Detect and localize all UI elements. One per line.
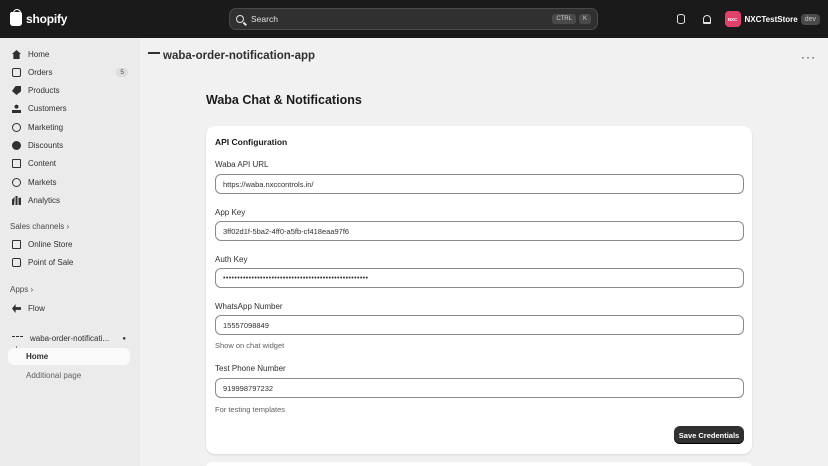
- apps-heading[interactable]: Apps ›: [10, 285, 33, 294]
- sidebar-item-analytics[interactable]: Analytics: [8, 192, 132, 209]
- app-key-input[interactable]: [215, 221, 744, 241]
- waba-api-url-input[interactable]: [215, 174, 744, 194]
- app-icon: [148, 52, 160, 60]
- env-badge: dev: [800, 13, 820, 25]
- app-title-bar: waba-order-notification-app: [148, 50, 315, 62]
- app-key-label: App Key: [215, 208, 246, 217]
- app-subitem-home[interactable]: Home: [8, 348, 130, 365]
- sidebar-item-discounts[interactable]: Discounts: [8, 137, 132, 154]
- tag-icon: [12, 86, 21, 95]
- flow-icon: [12, 304, 21, 313]
- whatsapp-number-help: Show on chat widget: [215, 341, 285, 350]
- auth-key-input[interactable]: [215, 268, 744, 288]
- sidebar-item-label: Content: [28, 159, 57, 168]
- chevron-right-icon: ›: [66, 222, 70, 231]
- chevron-right-icon: ›: [30, 285, 34, 294]
- app-subitem-label: Home: [26, 352, 49, 361]
- whatsapp-number-input[interactable]: [215, 315, 744, 335]
- card-title: API Configuration: [215, 137, 288, 147]
- top-right-controls: NXC NXCTestStore dev: [673, 0, 828, 38]
- search-placeholder: Search: [251, 14, 278, 24]
- sidebar-item-current-app[interactable]: waba-order-notificati... ●: [8, 330, 132, 347]
- globe-icon: [12, 178, 21, 187]
- waba-api-url-label: Waba API URL: [215, 160, 269, 169]
- sales-channels-heading[interactable]: Sales channels ›: [10, 222, 69, 231]
- auth-key-label: Auth Key: [215, 255, 248, 264]
- sidebar-item-label: waba-order-notificati...: [30, 334, 110, 343]
- sidebar-item-label: Online Store: [28, 240, 73, 249]
- apps-label: Apps: [10, 285, 29, 294]
- app-name: waba-order-notification-app: [163, 50, 316, 62]
- save-credentials-button[interactable]: Save Credentials: [674, 426, 744, 444]
- test-phone-number-help: For testing templates: [215, 405, 286, 414]
- sidebar-item-label: Markets: [28, 178, 57, 187]
- person-icon: [12, 104, 21, 113]
- test-phone-number-input[interactable]: [215, 378, 744, 398]
- search-icon: [236, 15, 244, 23]
- sidebar-item-marketing[interactable]: Marketing: [8, 119, 132, 136]
- discount-icon: [12, 141, 21, 150]
- shopify-logo[interactable]: shopify: [10, 9, 220, 26]
- content-icon: [12, 159, 21, 168]
- sidebar-item-products[interactable]: Products: [8, 82, 132, 99]
- sidebar-item-label: Analytics: [28, 196, 61, 205]
- target-icon: [12, 123, 21, 132]
- sidebar-item-label: Point of Sale: [28, 258, 74, 267]
- home-icon: [12, 50, 21, 59]
- sidebar-item-markets[interactable]: Markets: [8, 174, 132, 191]
- store-icon: [12, 240, 21, 249]
- shopify-bag-icon: [10, 9, 22, 26]
- sidebar-item-label: Products: [28, 86, 60, 95]
- sales-channels-label: Sales channels: [10, 222, 65, 231]
- sidebar-item-home[interactable]: Home: [8, 46, 132, 63]
- app-subitem-label: Additional page: [26, 371, 82, 380]
- sidebar-item-label: Orders: [28, 68, 53, 77]
- sidebar-item-label: Flow: [28, 304, 45, 313]
- store-avatar[interactable]: NXC: [724, 11, 741, 27]
- sidebar-item-label: Customers: [28, 104, 67, 113]
- sidebar-item-label: Marketing: [28, 123, 64, 132]
- main-content: waba-order-notification-app ··· Waba Cha…: [140, 38, 828, 466]
- sidebar: Home Orders 5 Products Customers Marketi…: [0, 38, 140, 466]
- sidebar-item-label: Discounts: [28, 141, 64, 150]
- database-icon[interactable]: [673, 11, 689, 27]
- whatsapp-number-label: WhatsApp Number: [215, 302, 283, 311]
- logo-text: shopify: [26, 12, 68, 26]
- sidebar-item-orders[interactable]: Orders 5: [8, 64, 132, 81]
- search-bar[interactable]: Search CTRL K: [229, 8, 598, 30]
- sidebar-item-customers[interactable]: Customers: [8, 100, 132, 117]
- app-icon: [12, 335, 23, 342]
- shortcut-key-k: K: [578, 14, 591, 24]
- next-card-edge: [206, 462, 752, 466]
- bell-icon[interactable]: [699, 11, 715, 27]
- app-subitem-additional-page[interactable]: Additional page: [26, 371, 81, 380]
- sidebar-item-online-store[interactable]: Online Store: [8, 236, 132, 253]
- orders-icon: [12, 68, 21, 77]
- analytics-icon: [12, 196, 21, 205]
- orders-count-badge: 5: [116, 68, 128, 77]
- sidebar-item-flow[interactable]: Flow: [8, 300, 132, 317]
- store-name[interactable]: NXCTestStore: [745, 15, 798, 24]
- pos-icon: [12, 258, 21, 267]
- sidebar-item-content[interactable]: Content: [8, 155, 132, 172]
- shortcut-key-ctrl: CTRL: [552, 14, 576, 24]
- more-actions-button[interactable]: ···: [801, 50, 816, 64]
- page-title: Waba Chat & Notifications: [206, 93, 362, 107]
- test-phone-number-label: Test Phone Number: [215, 364, 286, 373]
- top-bar: shopify Search CTRL K NXC NXCTestStore d…: [0, 0, 828, 38]
- sidebar-item-point-of-sale[interactable]: Point of Sale: [8, 254, 132, 271]
- pin-icon[interactable]: ●: [122, 336, 126, 342]
- api-configuration-card: API Configuration Waba API URL App Key A…: [206, 126, 752, 454]
- sidebar-item-label: Home: [28, 50, 50, 59]
